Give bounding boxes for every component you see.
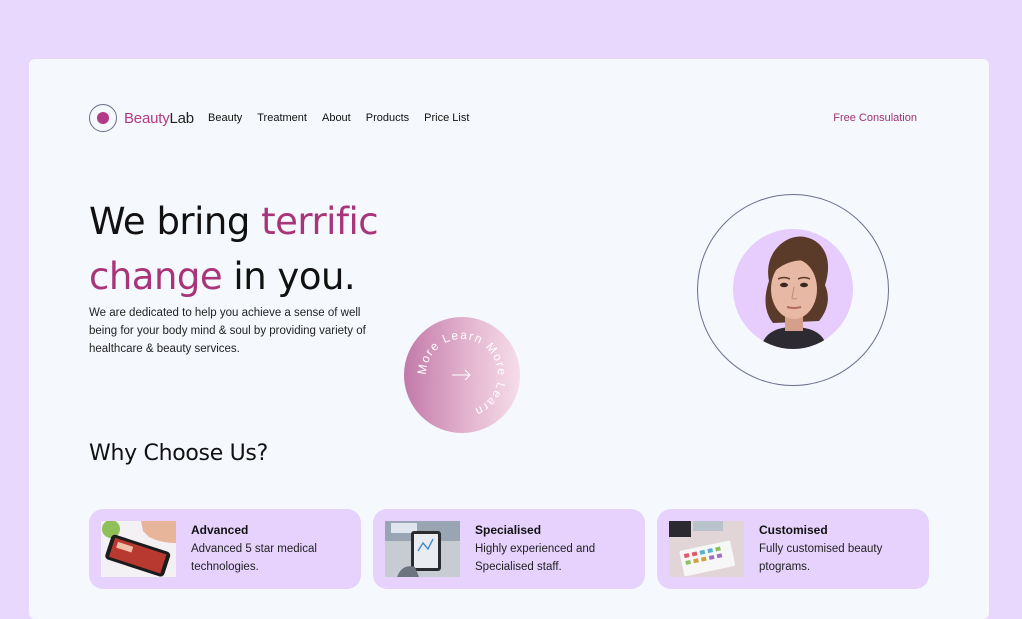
feature-title-customised: Customised [759, 523, 828, 537]
feature-desc-customised: Fully customised beauty ptograms. [759, 543, 883, 573]
feature-card-advanced[interactable]: Advanced Advanced 5 star medical technol… [89, 509, 361, 589]
nav-item-treatment[interactable]: Treatment [257, 112, 307, 124]
learn-more-text: More Learn More Learn [415, 328, 508, 419]
feature-title-advanced: Advanced [191, 523, 249, 537]
feature-desc-advanced: Advanced 5 star medical technologies. [191, 543, 317, 573]
features-list: Advanced Advanced 5 star medical technol… [89, 509, 929, 589]
nav-item-products[interactable]: Products [366, 112, 409, 124]
nav-item-about[interactable]: About [322, 112, 351, 124]
free-consultation-link[interactable]: Free Consulation [833, 112, 917, 124]
feature-image-customised [669, 521, 744, 577]
feature-card-specialised[interactable]: Specialised Highly experienced and Speci… [373, 509, 645, 589]
hero-portrait [733, 229, 853, 349]
hero-description: We are dedicated to help you achieve a s… [89, 307, 366, 355]
hero-title-plain-1: We bring [89, 200, 262, 243]
nav-item-beauty[interactable]: Beauty [208, 112, 242, 124]
hero-title-accent-1: terrific [261, 200, 379, 243]
nav-item-price-list[interactable]: Price List [424, 112, 469, 124]
feature-image-advanced [101, 521, 176, 577]
feature-title-specialised: Specialised [475, 523, 542, 537]
brand-name: BeautyLab [124, 110, 194, 127]
arrow-right-icon [452, 369, 471, 381]
logo-icon [89, 104, 117, 132]
learn-more-ring-text: More Learn More Learn [415, 328, 509, 419]
hero-title-plain-2: in you. [222, 255, 356, 298]
feature-desc-specialised: Highly experienced and Specialised staff… [475, 543, 596, 573]
feature-image-specialised [385, 521, 460, 577]
brand-name-part1: Beauty [124, 109, 170, 127]
brand-logo[interactable]: BeautyLab [89, 104, 194, 132]
main-card: BeautyLab Beauty Treatment About Product… [29, 59, 989, 619]
main-nav: Beauty Treatment About Products Price Li… [208, 112, 484, 124]
learn-more-badge[interactable]: More Learn More Learn [404, 317, 520, 433]
hero-title-accent-2: change [89, 255, 223, 298]
hero-title: We bring terrific change in you. [89, 194, 379, 304]
why-choose-us-title: Why Choose Us? [89, 441, 268, 466]
feature-card-customised[interactable]: Customised Fully customised beauty ptogr… [657, 509, 929, 589]
svg-text:More Learn More Learn: More Learn More Learn [415, 328, 509, 419]
brand-name-part2: Lab [169, 109, 195, 127]
